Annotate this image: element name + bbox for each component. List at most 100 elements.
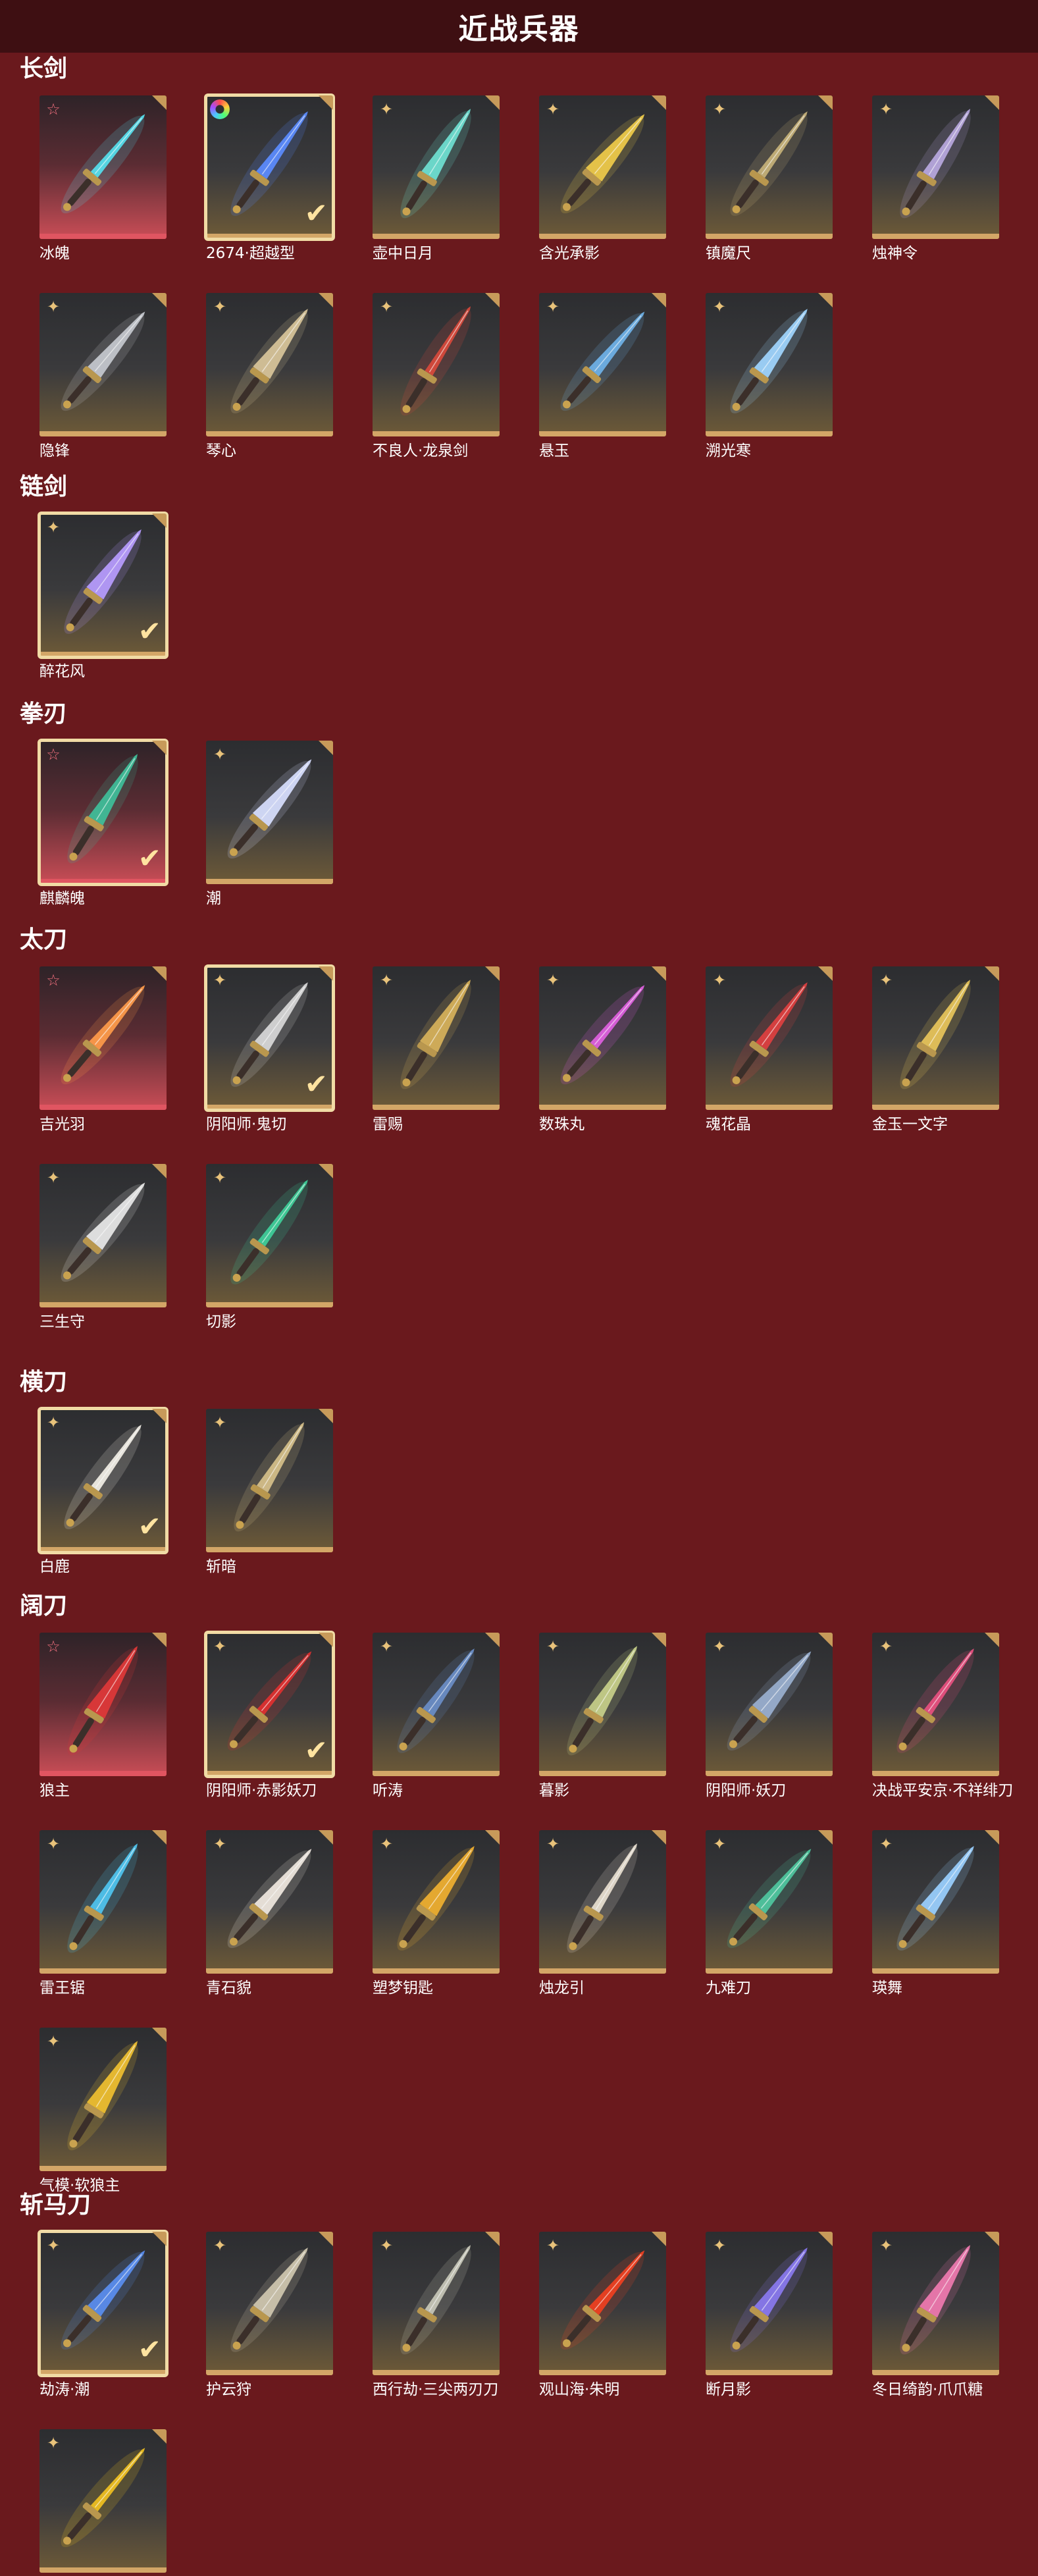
corner-tag-icon [985, 95, 999, 110]
weapon-item[interactable]: ✦ 琴心 [206, 293, 334, 460]
weapon-item[interactable]: ✦ 不良人·龙泉剑 [373, 293, 501, 460]
weapon-name: 醉花风 [39, 663, 85, 680]
weapon-card[interactable]: ✦ [39, 1164, 167, 1307]
corner-tag-icon [652, 95, 666, 110]
weapon-card[interactable]: ✦ [539, 293, 666, 436]
weapon-card[interactable]: ✦ [872, 1830, 999, 1974]
weapon-item[interactable]: ☆ ✔ 麒麟魄 [38, 739, 169, 908]
weapon-item[interactable]: ✦ ✔ 阴阳师·鬼切 [204, 964, 335, 1134]
weapon-card[interactable]: ✦ [206, 1830, 333, 1974]
weapon-item[interactable]: ✦ 西行劫·三尖两刃刀 [373, 2232, 501, 2399]
weapon-item[interactable]: ✦ 数珠丸 [539, 966, 667, 1134]
weapon-card[interactable]: ✦ [39, 1830, 167, 1974]
weapon-item[interactable]: ✦ 瑛舞 [872, 1830, 1000, 1997]
weapon-item[interactable]: ✦ 三生守 [39, 1164, 168, 1331]
weapon-card[interactable]: ✦ [373, 293, 500, 436]
weapon-item[interactable]: ✦ ✔ 阴阳师·赤影妖刀 [204, 1631, 335, 1800]
weapon-item[interactable]: ✦ 青石貌 [206, 1830, 334, 1997]
weapon-card[interactable]: ✦ [206, 293, 333, 436]
weapon-card[interactable]: ✦ [39, 293, 167, 436]
weapon-item[interactable]: ✦ 悬玉 [539, 293, 667, 460]
weapon-item[interactable]: ✦ 暮影 [539, 1633, 667, 1800]
weapon-item[interactable]: ✦ 雷赐 [373, 966, 501, 1134]
weapon-name: 阴阳师·妖刀 [706, 1782, 787, 1799]
weapon-item[interactable]: ✦ 魂花晶 [706, 966, 834, 1134]
weapon-card[interactable]: ✦ [539, 95, 666, 239]
weapon-card[interactable]: ✦ [373, 95, 500, 239]
weapon-card[interactable]: ✦ [539, 966, 666, 1110]
weapon-card[interactable]: ✦ [373, 1633, 500, 1776]
weapon-card[interactable]: ✦ ✔ [38, 1407, 169, 1554]
weapon-item[interactable]: ✦ 潮 [206, 741, 334, 908]
corner-tag-icon [818, 1830, 833, 1845]
weapon-item[interactable]: ✦ 切影 [206, 1164, 334, 1331]
weapon-item[interactable]: ✦ 护云狩 [206, 2232, 334, 2399]
weapon-card[interactable]: ✦ ✔ [38, 2230, 169, 2377]
weapon-item[interactable]: ☆ 狼主 [39, 1633, 168, 1800]
category-title: 链剑 [20, 473, 68, 500]
sparkle-rank-icon: ✦ [379, 2236, 394, 2255]
weapon-item[interactable]: ✦ 斩暗 [206, 1409, 334, 1576]
weapon-item[interactable]: ✦ 九难刀 [706, 1830, 834, 1997]
weapon-item[interactable]: ✦ ✔ 白鹿 [38, 1407, 169, 1576]
weapon-card[interactable]: ✦ ✔ [204, 1631, 335, 1778]
weapon-card[interactable]: ✦ [206, 2232, 333, 2375]
weapon-card[interactable]: ✦ [872, 2232, 999, 2375]
weapon-item[interactable]: ✔ 2674·超越型 [204, 93, 335, 263]
weapon-item[interactable]: ✦ 雷王锯 [39, 1830, 168, 1997]
weapon-card[interactable]: ✦ [206, 1409, 333, 1552]
sparkle-rank-icon: ✦ [46, 2236, 61, 2255]
weapon-card[interactable]: ☆ [39, 95, 167, 239]
weapon-card[interactable]: ✦ [872, 1633, 999, 1776]
weapon-card[interactable]: ✦ [706, 1830, 833, 1974]
weapon-card[interactable]: ✦ [539, 1633, 666, 1776]
weapon-item[interactable]: ☆ 吉光羽 [39, 966, 168, 1134]
weapon-item[interactable]: ✦ 壶中日月 [373, 95, 501, 263]
weapon-card[interactable]: ☆ [39, 966, 167, 1110]
weapon-card[interactable]: ☆ ✔ [38, 739, 169, 886]
weapon-name: 不良人·龙泉剑 [373, 442, 469, 460]
weapon-card[interactable]: ✦ [206, 1164, 333, 1307]
weapon-name: 青石貌 [206, 1980, 251, 1997]
weapon-card[interactable]: ✦ [706, 1633, 833, 1776]
weapon-item[interactable]: ✦ 烛神令 [872, 95, 1000, 263]
weapon-item[interactable]: ✦ 气模·软狼主 [39, 2028, 168, 2195]
weapon-item[interactable]: ✦ 观山海·朱明 [539, 2232, 667, 2399]
weapon-item[interactable]: ✦ ✔ 醉花风 [38, 512, 169, 681]
weapon-card[interactable]: ✦ [706, 293, 833, 436]
weapon-item[interactable]: ✦ 断月影 [706, 2232, 834, 2399]
weapon-card[interactable]: ✦ [206, 741, 333, 884]
weapon-card[interactable]: ☆ [39, 1633, 167, 1776]
weapon-name: 暮影 [539, 1782, 569, 1799]
weapon-item[interactable]: ✦ 塑梦钥匙 [373, 1830, 501, 1997]
weapon-card[interactable]: ✦ ✔ [204, 964, 335, 1112]
weapon-item[interactable]: ✦ 烛龙引 [539, 1830, 667, 1997]
weapon-item[interactable]: ✦ 镇魔尺 [706, 95, 834, 263]
weapon-card[interactable]: ✦ [706, 966, 833, 1110]
corner-tag-icon [152, 1409, 167, 1423]
weapon-card[interactable]: ✔ [204, 93, 335, 241]
weapon-card[interactable]: ✦ [872, 966, 999, 1110]
weapon-item[interactable]: ✦ 冬日绮韵·爪爪糖 [872, 2232, 1000, 2399]
weapon-item[interactable]: ✦怪诞狂想·双面锤 [39, 2429, 168, 2576]
weapon-card[interactable]: ✦ [373, 1830, 500, 1974]
weapon-card[interactable]: ✦ [706, 2232, 833, 2375]
weapon-item[interactable]: ✦ 决战平安京·不祥绯刀 [872, 1633, 1013, 1800]
weapon-item[interactable]: ✦ 阴阳师·妖刀 [706, 1633, 834, 1800]
weapon-card[interactable]: ✦ [39, 2429, 167, 2573]
weapon-card[interactable]: ✦ [373, 2232, 500, 2375]
weapon-card[interactable]: ✦ [39, 2028, 167, 2171]
weapon-card[interactable]: ✦ ✔ [38, 512, 169, 659]
weapon-card[interactable]: ✦ [373, 966, 500, 1110]
weapon-item[interactable]: ✦ 隐锋 [39, 293, 168, 460]
weapon-item[interactable]: ☆ 冰魄 [39, 95, 168, 263]
weapon-item[interactable]: ✦ 金玉一文字 [872, 966, 1000, 1134]
weapon-item[interactable]: ✦ 含光承影 [539, 95, 667, 263]
weapon-item[interactable]: ✦ ✔ 劫涛·潮 [38, 2230, 169, 2399]
weapon-card[interactable]: ✦ [539, 1830, 666, 1974]
weapon-card[interactable]: ✦ [539, 2232, 666, 2375]
weapon-card[interactable]: ✦ [872, 95, 999, 239]
weapon-item[interactable]: ✦ 溯光寒 [706, 293, 834, 460]
weapon-item[interactable]: ✦ 听涛 [373, 1633, 501, 1800]
weapon-card[interactable]: ✦ [706, 95, 833, 239]
